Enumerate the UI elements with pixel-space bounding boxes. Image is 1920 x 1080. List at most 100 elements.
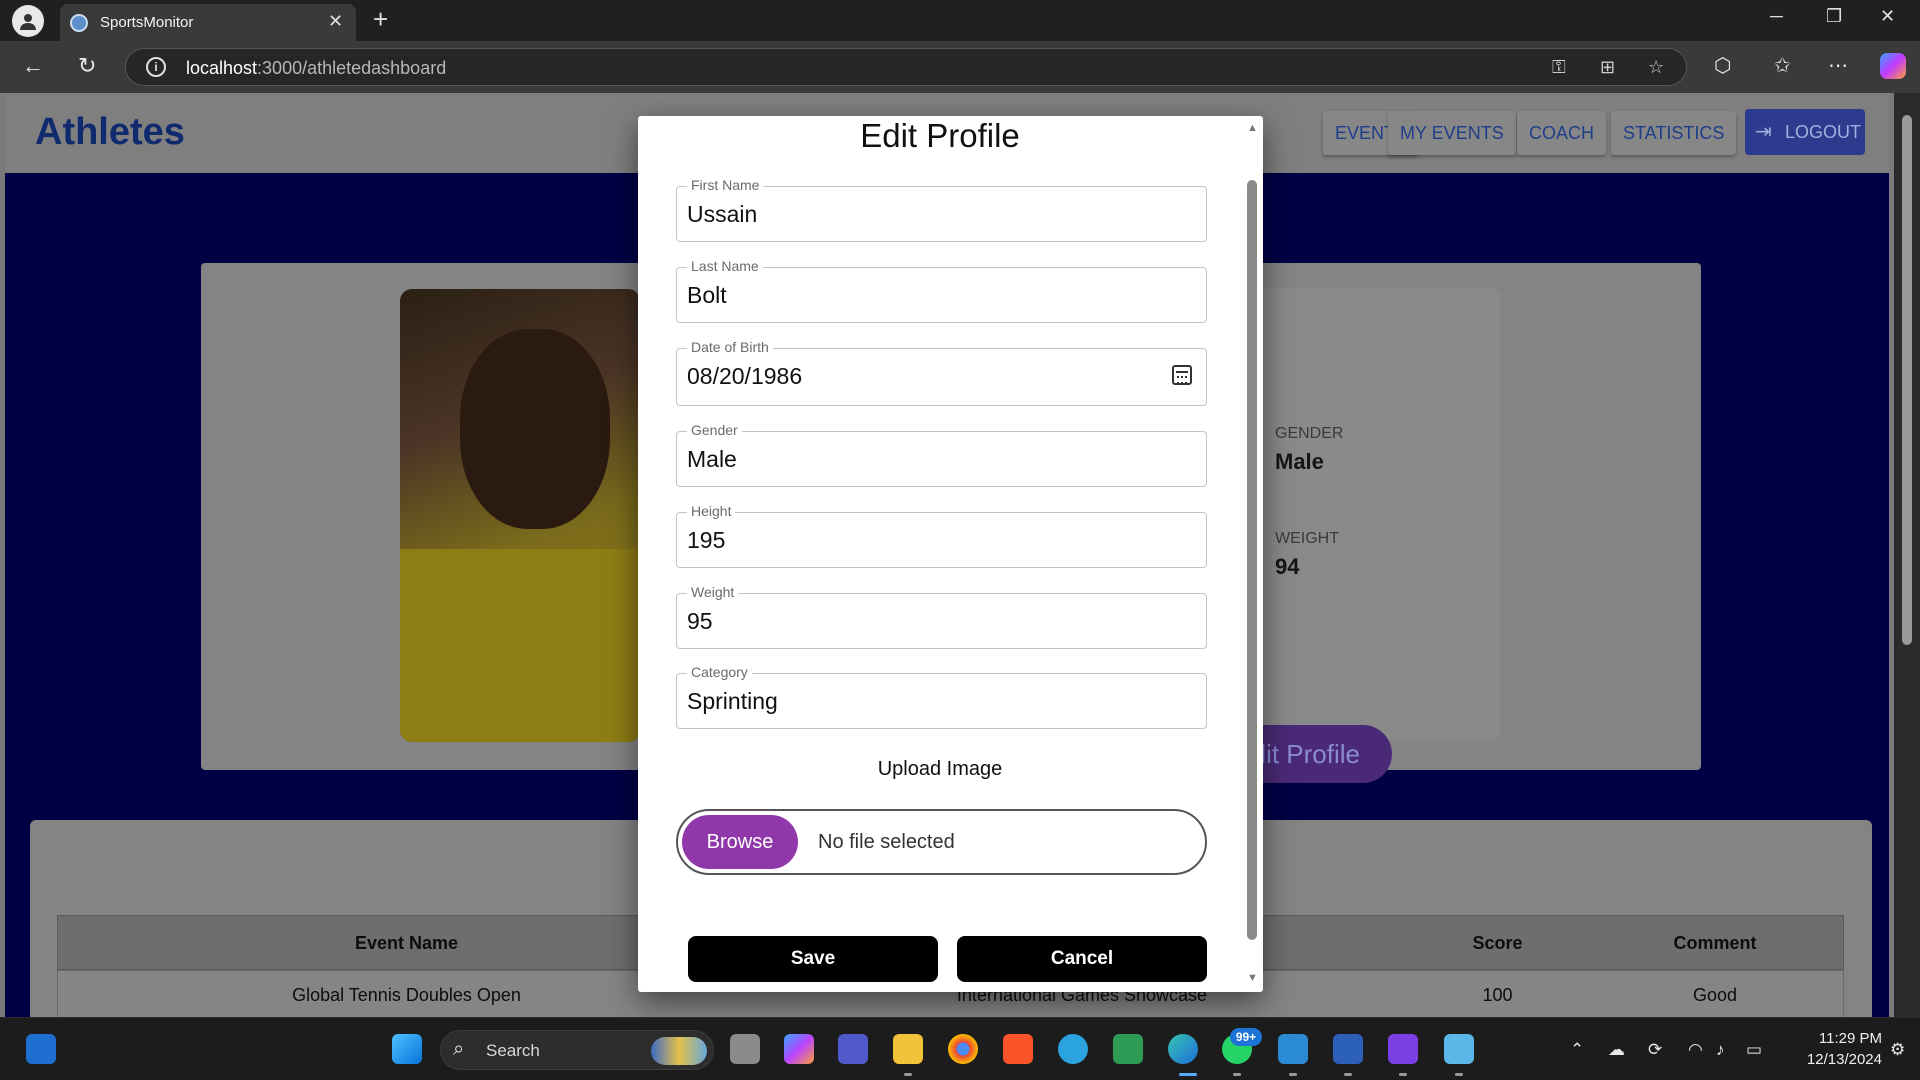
browse-button[interactable]: Browse (682, 815, 798, 869)
minimize-icon[interactable]: ─ (1770, 6, 1783, 27)
scroll-down-icon[interactable]: ▼ (1247, 972, 1258, 984)
gender-label: GENDER (1275, 425, 1344, 442)
key-icon[interactable]: ⚿ (1552, 57, 1566, 78)
height-label: Height (687, 503, 736, 519)
last-name-field[interactable]: Last Name Bolt (676, 258, 1207, 323)
running-indicator (1399, 1073, 1407, 1076)
active-indicator (1179, 1073, 1197, 1076)
weight-label: WEIGHT (1275, 530, 1339, 547)
first-name-field[interactable]: First Name Ussain (676, 177, 1207, 242)
running-indicator (1289, 1073, 1297, 1076)
intellij-icon[interactable] (1388, 1034, 1418, 1064)
td-comment: Good (1692, 985, 1738, 1005)
athlete-face (460, 329, 610, 529)
nav-statistics[interactable]: STATISTICS (1611, 111, 1737, 155)
category-label: Category (687, 664, 752, 680)
address-bar: ← ↻ i localhost:3000/athletedashboard ⚿ … (0, 41, 1920, 93)
vscode-icon[interactable] (1278, 1034, 1308, 1064)
refresh-icon[interactable]: ↻ (78, 53, 96, 79)
last-name-value: Bolt (687, 282, 727, 308)
cancel-button[interactable]: Cancel (957, 936, 1207, 982)
brave-icon[interactable] (1003, 1034, 1033, 1064)
favicon-icon (70, 14, 88, 32)
td-score: 100 (1482, 985, 1513, 1005)
height-field[interactable]: Height 195 (676, 503, 1207, 568)
notifications-icon[interactable]: ⚙ (1890, 1040, 1905, 1060)
restore-icon[interactable]: ❐ (1826, 6, 1842, 27)
file-explorer-icon[interactable] (893, 1034, 923, 1064)
info-icon[interactable]: i (146, 57, 166, 77)
athlete-shirt (400, 549, 640, 742)
search-label: Search (486, 1041, 540, 1060)
chevron-up-icon[interactable]: ⌃ (1570, 1040, 1584, 1060)
athlete-photo (400, 289, 640, 742)
browser-tab[interactable]: SportsMonitor ✕ (60, 4, 356, 41)
calendar-icon[interactable] (1172, 365, 1192, 385)
close-window-icon[interactable]: ✕ (1880, 6, 1895, 27)
height-value: 195 (687, 527, 726, 553)
url-text: localhost:3000/athletedashboard (186, 58, 447, 78)
sync-icon[interactable]: ⟳ (1648, 1040, 1662, 1060)
nav-coach[interactable]: COACH (1517, 111, 1607, 155)
tab-title: SportsMonitor (100, 14, 194, 31)
star-icon[interactable]: ☆ (1648, 57, 1664, 78)
logout-button[interactable]: ⇥ LOGOUT (1745, 109, 1865, 155)
notepad-icon[interactable] (1444, 1034, 1474, 1064)
volume-icon[interactable]: ♪ (1716, 1040, 1725, 1060)
meet-icon[interactable] (1113, 1034, 1143, 1064)
th-score: Score (1472, 933, 1523, 953)
category-value: Sprinting (687, 688, 778, 714)
first-name-label: First Name (687, 177, 764, 193)
date-of-birth-field[interactable]: Date of Birth 08/20/1986 (676, 339, 1207, 406)
start-icon[interactable] (392, 1034, 422, 1064)
widgets-icon[interactable] (26, 1034, 56, 1064)
modal-title: Edit Profile (860, 117, 1020, 154)
search-icon: ⌕ (453, 1038, 465, 1060)
chrome-icon[interactable] (948, 1034, 978, 1064)
telegram-icon[interactable] (1058, 1034, 1088, 1064)
save-button[interactable]: Save (688, 936, 938, 982)
modal-scroll-thumb[interactable] (1247, 180, 1257, 940)
edge-icon[interactable] (1168, 1034, 1198, 1064)
page-scrollbar[interactable] (1894, 93, 1920, 1017)
onedrive-icon[interactable]: ☁ (1608, 1040, 1625, 1060)
word-icon[interactable] (1333, 1034, 1363, 1064)
logout-icon: ⇥ (1755, 121, 1772, 143)
clock-time[interactable]: 11:29 PM (1790, 1030, 1882, 1047)
new-tab-icon[interactable]: + (373, 4, 388, 35)
whatsapp-badge: 99+ (1230, 1028, 1262, 1046)
upload-image-label: Upload Image (877, 758, 1003, 780)
copilot-icon[interactable] (1880, 53, 1906, 79)
teams-icon[interactable] (838, 1034, 868, 1064)
extensions-icon[interactable]: ⬡ (1714, 53, 1731, 78)
first-name-value: Ussain (687, 201, 758, 227)
running-indicator (1233, 1073, 1241, 1076)
close-tab-icon[interactable]: ✕ (328, 11, 343, 32)
profile-icon[interactable] (12, 5, 44, 37)
back-icon[interactable]: ← (22, 53, 44, 79)
battery-icon[interactable]: ▭ (1746, 1040, 1762, 1060)
category-field[interactable]: Category Sprinting (676, 664, 1207, 729)
date-of-birth-value: 08/20/1986 (687, 363, 803, 389)
gender-value: Male (1275, 449, 1324, 474)
page-scroll-thumb[interactable] (1902, 115, 1912, 645)
weight-field[interactable]: Weight 95 (676, 584, 1207, 649)
task-view-icon[interactable] (730, 1034, 760, 1064)
apps-icon[interactable]: ⊞ (1600, 57, 1615, 78)
weight-field-value: 95 (687, 608, 713, 634)
nav-my-events[interactable]: MY EVENTS (1388, 111, 1516, 155)
favorites-icon[interactable]: ✩ (1774, 53, 1791, 78)
search-highlight-icon (651, 1037, 707, 1065)
last-name-label: Last Name (687, 258, 763, 274)
copilot-taskbar-icon[interactable] (784, 1034, 814, 1064)
gender-field[interactable]: Gender Male (676, 422, 1207, 487)
logout-label: LOGOUT (1785, 122, 1862, 142)
url-field[interactable]: i localhost:3000/athletedashboard ⚿ ⊞ ☆ (125, 48, 1687, 86)
scroll-up-icon[interactable]: ▲ (1247, 122, 1258, 134)
file-input[interactable]: Browse No file selected (676, 809, 1207, 875)
taskbar-search[interactable]: ⌕ Search (440, 1030, 714, 1070)
file-status: No file selected (818, 831, 955, 853)
clock-date[interactable]: 12/13/2024 (1790, 1051, 1882, 1068)
more-icon[interactable]: ⋯ (1828, 53, 1848, 78)
wifi-icon[interactable]: ◠ (1688, 1040, 1703, 1060)
